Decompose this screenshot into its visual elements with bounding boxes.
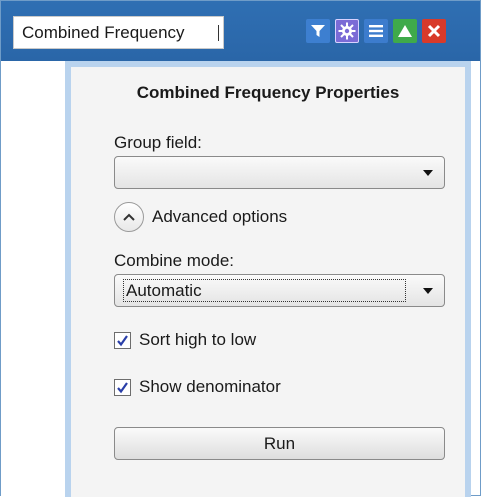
chevron-up-icon: [114, 202, 144, 232]
checkmark-icon: [114, 378, 131, 396]
sort-high-to-low-label: Sort high to low: [139, 330, 257, 349]
title-bar-icons: [306, 19, 446, 45]
advanced-options-label: Advanced options: [152, 207, 288, 226]
checkmark-icon: [114, 331, 131, 349]
chevron-down-icon: [423, 170, 433, 176]
combine-mode-select[interactable]: Automatic: [114, 274, 445, 307]
properties-panel: Combined Frequency Properties Group fiel…: [65, 61, 471, 497]
group-field-label: Group field:: [114, 133, 202, 152]
left-strip: [1, 61, 65, 497]
title-input-value: Combined Frequency: [22, 23, 185, 42]
menu-icon[interactable]: [364, 19, 388, 43]
run-button[interactable]: Run: [114, 427, 445, 460]
show-denominator-checkbox[interactable]: Show denominator: [114, 377, 281, 397]
panel-title: Combined Frequency Properties: [136, 83, 400, 102]
text-caret: [218, 25, 219, 41]
filter-icon[interactable]: [306, 19, 330, 43]
title-bar: Combined Frequency: [1, 1, 480, 61]
combine-mode-value: Automatic: [123, 279, 406, 302]
show-denominator-label: Show denominator: [139, 377, 281, 396]
title-input[interactable]: Combined Frequency: [13, 16, 224, 49]
sort-high-to-low-checkbox[interactable]: Sort high to low: [114, 330, 256, 350]
advanced-options-toggle[interactable]: Advanced options: [114, 201, 287, 233]
group-field-select[interactable]: [114, 156, 445, 189]
gear-icon[interactable]: [335, 19, 359, 43]
close-icon[interactable]: [422, 19, 446, 43]
combine-mode-label: Combine mode:: [114, 251, 235, 270]
maximize-icon[interactable]: [393, 19, 417, 43]
app-window: Combined Frequency Combined Frequency Pr…: [0, 0, 481, 497]
chevron-down-icon: [423, 288, 433, 294]
